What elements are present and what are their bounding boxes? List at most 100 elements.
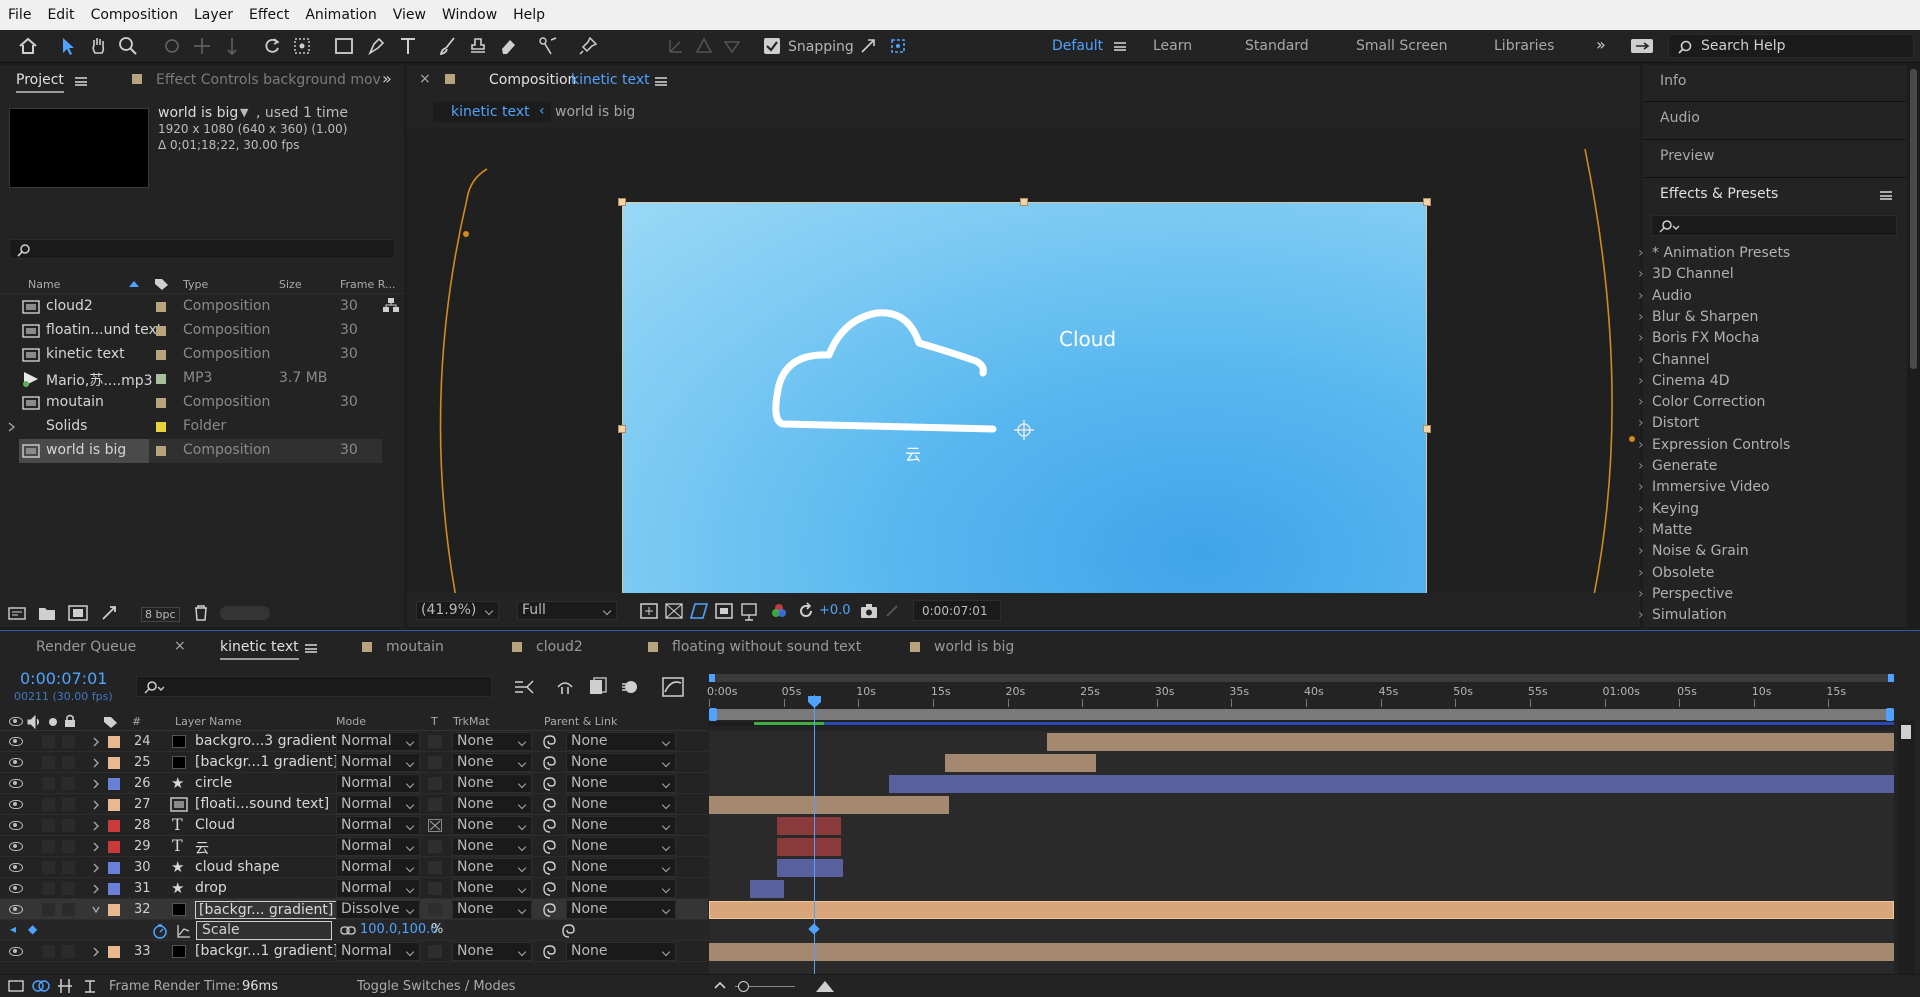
project-item[interactable]: cloud2 Composition 30 <box>0 295 382 319</box>
item-label-swatch[interactable] <box>156 422 166 432</box>
layer-row[interactable]: 29 T 云 Normal None None <box>0 836 708 857</box>
rectangle-tool-icon[interactable] <box>332 34 356 58</box>
lock-switch[interactable] <box>62 798 75 811</box>
prev-keyframe-icon[interactable]: ◂ <box>10 922 16 936</box>
playhead[interactable] <box>808 695 822 974</box>
timeline-tab[interactable]: floating without sound text <box>672 639 861 655</box>
dolly-camera-icon[interactable] <box>220 34 244 58</box>
scale-property-row[interactable]: ◂ ◆ Scale 100.0,100.0% <box>0 920 708 941</box>
layer-name[interactable]: 云 <box>195 838 209 858</box>
constrain-proportions-icon[interactable] <box>340 926 356 936</box>
item-label-swatch[interactable] <box>156 374 166 384</box>
layer-row[interactable]: 24 backgro...3 gradient Normal None None <box>0 731 708 752</box>
effect-category[interactable]: Obsolete <box>1638 565 1714 581</box>
exposure-value[interactable]: +0.0 <box>819 603 851 618</box>
effects-search-input[interactable] <box>1651 215 1897 236</box>
workspace-small-screen[interactable]: Small Screen <box>1356 38 1447 54</box>
work-area-start[interactable] <box>709 674 715 682</box>
solo-switch[interactable] <box>42 861 55 874</box>
timeline-menu-icon[interactable] <box>305 644 317 653</box>
track-matte-select[interactable]: None <box>452 732 532 751</box>
layer-duration-bar[interactable] <box>709 901 1894 919</box>
timeline-tab[interactable]: world is big <box>934 639 1014 655</box>
comp-button-icon[interactable] <box>1901 725 1911 739</box>
item-label-swatch[interactable] <box>156 326 166 336</box>
layer-label-swatch[interactable] <box>108 841 120 853</box>
expand-chevron-icon[interactable] <box>92 758 100 768</box>
layer-label-swatch[interactable] <box>108 946 120 958</box>
expand-chevron-icon[interactable] <box>92 842 100 852</box>
pick-whip-icon[interactable] <box>543 819 557 833</box>
menu-item-effect[interactable]: Effect <box>241 7 297 23</box>
preserve-transparency-checkbox[interactable] <box>428 777 442 790</box>
folder-expand-icon[interactable] <box>8 422 16 432</box>
anchor-point-icon[interactable] <box>1012 418 1036 442</box>
timeline-tab[interactable]: kinetic text <box>220 639 299 660</box>
zoom-select[interactable]: (41.9%) <box>416 601 499 620</box>
visibility-eye-icon[interactable] <box>9 800 23 809</box>
blend-mode-select[interactable]: Normal <box>336 837 420 856</box>
pen-tool-icon[interactable] <box>364 34 388 58</box>
expand-chevron-icon[interactable] <box>92 779 100 789</box>
stopwatch-icon[interactable] <box>152 923 168 939</box>
solo-switch[interactable] <box>42 798 55 811</box>
expand-chevron-icon[interactable] <box>92 737 100 747</box>
track-matte-select[interactable]: None <box>452 942 532 961</box>
visibility-eye-icon[interactable] <box>9 737 23 746</box>
column-size[interactable]: Size <box>279 278 302 291</box>
parent-select[interactable]: None <box>566 858 676 877</box>
tab-preview[interactable]: Preview <box>1660 148 1715 164</box>
layer-row[interactable]: 31 ★ drop Normal None None <box>0 878 708 899</box>
effect-category[interactable]: Blur & Sharpen <box>1638 309 1758 325</box>
workspace-menu-icon[interactable] <box>1114 42 1126 51</box>
preserve-transparency-checkbox[interactable] <box>428 903 442 916</box>
preserve-transparency-checkbox[interactable] <box>428 882 442 895</box>
type-tool-icon[interactable] <box>396 34 420 58</box>
lock-switch[interactable] <box>62 819 75 832</box>
layer-row[interactable]: 26 ★ circle Normal None None <box>0 773 708 794</box>
timeline-timecode[interactable]: 0:00:07:01 <box>20 669 107 688</box>
solo-switch[interactable] <box>42 756 55 769</box>
column-frame-rate[interactable]: Frame R... <box>340 278 396 291</box>
expand-chevron-icon[interactable] <box>92 863 100 873</box>
work-area-end[interactable] <box>1888 674 1894 682</box>
project-menu-icon[interactable] <box>75 77 87 86</box>
effect-category[interactable]: Expression Controls <box>1638 437 1790 453</box>
toggle-switches-modes-button[interactable]: Toggle Switches / Modes <box>357 979 516 994</box>
bit-depth-button[interactable]: 8 bpc <box>141 607 180 622</box>
lock-switch[interactable] <box>62 882 75 895</box>
pick-whip-icon[interactable] <box>543 777 557 791</box>
parent-select[interactable]: None <box>566 774 676 793</box>
lock-switch[interactable] <box>62 861 75 874</box>
effect-category[interactable]: Generate <box>1638 458 1717 474</box>
transform-handle-tl[interactable] <box>618 198 626 206</box>
visibility-eye-icon[interactable] <box>9 821 23 830</box>
tab-effect-controls[interactable]: Effect Controls background mov <box>156 72 381 88</box>
pick-whip-icon[interactable] <box>543 882 557 896</box>
layer-name[interactable]: [floati...sound text] <box>195 796 329 812</box>
panel-overflow-icon[interactable]: » <box>382 69 392 88</box>
time-navigator[interactable] <box>709 708 1894 721</box>
project-item[interactable]: moutain Composition 30 <box>0 391 382 415</box>
column-layer-name[interactable]: Layer Name <box>175 715 242 728</box>
brush-tool-icon[interactable] <box>436 34 460 58</box>
blend-mode-select[interactable]: Normal <box>336 753 420 772</box>
layer-label-swatch[interactable] <box>108 799 120 811</box>
visibility-eye-icon[interactable] <box>9 779 23 788</box>
lock-switch[interactable] <box>62 735 75 748</box>
layer-name[interactable]: circle <box>195 775 232 791</box>
effect-category[interactable]: Cinema 4D <box>1638 373 1729 389</box>
layer-label-swatch[interactable] <box>108 904 120 916</box>
transform-handle-ml[interactable] <box>618 425 626 433</box>
more-workspaces-icon[interactable]: » <box>1596 35 1606 54</box>
layer-row[interactable]: 28 T Cloud Normal None None <box>0 815 708 836</box>
rotate-camera-icon[interactable] <box>160 34 184 58</box>
video-toggle-header-icon[interactable] <box>9 717 23 726</box>
menu-item-layer[interactable]: Layer <box>186 7 241 23</box>
axis-local-icon[interactable] <box>664 34 688 58</box>
effect-category[interactable]: Boris FX Mocha <box>1638 330 1760 346</box>
item-label-swatch[interactable] <box>156 302 166 312</box>
tab-project[interactable]: Project <box>16 72 64 93</box>
track-matte-select[interactable]: None <box>452 900 532 919</box>
pick-whip-icon[interactable] <box>543 798 557 812</box>
